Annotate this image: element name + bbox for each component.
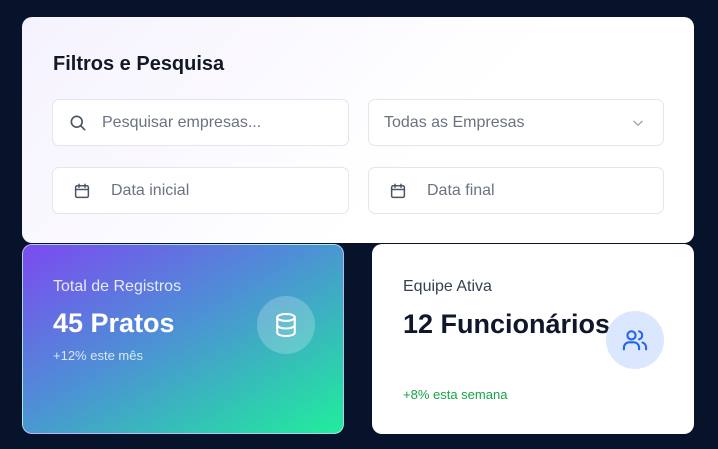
- database-icon: [257, 296, 315, 354]
- team-stat-card: Equipe Ativa 12 Funcionários +8% esta se…: [372, 244, 694, 434]
- filters-panel: Filtros e Pesquisa Pesquisar empresas...…: [22, 17, 694, 243]
- records-label: Total de Registros: [53, 278, 182, 295]
- end-date-placeholder: Data final: [427, 181, 495, 199]
- chevron-down-icon: [631, 116, 645, 130]
- team-value: 12 Funcionários: [403, 309, 611, 339]
- search-placeholder: Pesquisar empresas...: [102, 113, 262, 131]
- calendar-icon: [389, 182, 407, 200]
- end-date-input[interactable]: Data final: [368, 167, 664, 214]
- company-select[interactable]: Todas as Empresas: [368, 99, 664, 146]
- team-label: Equipe Ativa: [403, 278, 492, 295]
- users-icon: [606, 311, 664, 369]
- filters-title: Filtros e Pesquisa: [53, 53, 225, 75]
- team-change: +8% esta semana: [403, 387, 508, 402]
- records-change: +12% este mês: [53, 348, 143, 363]
- start-date-placeholder: Data inicial: [111, 181, 190, 199]
- start-date-input[interactable]: Data inicial: [52, 167, 349, 214]
- calendar-icon: [73, 182, 91, 200]
- company-select-value: Todas as Empresas: [384, 113, 525, 131]
- records-value: 45 Pratos: [53, 308, 175, 338]
- records-stat-card: Total de Registros 45 Pratos +12% este m…: [22, 244, 344, 434]
- search-input[interactable]: Pesquisar empresas...: [52, 99, 349, 146]
- search-icon: [68, 113, 88, 133]
